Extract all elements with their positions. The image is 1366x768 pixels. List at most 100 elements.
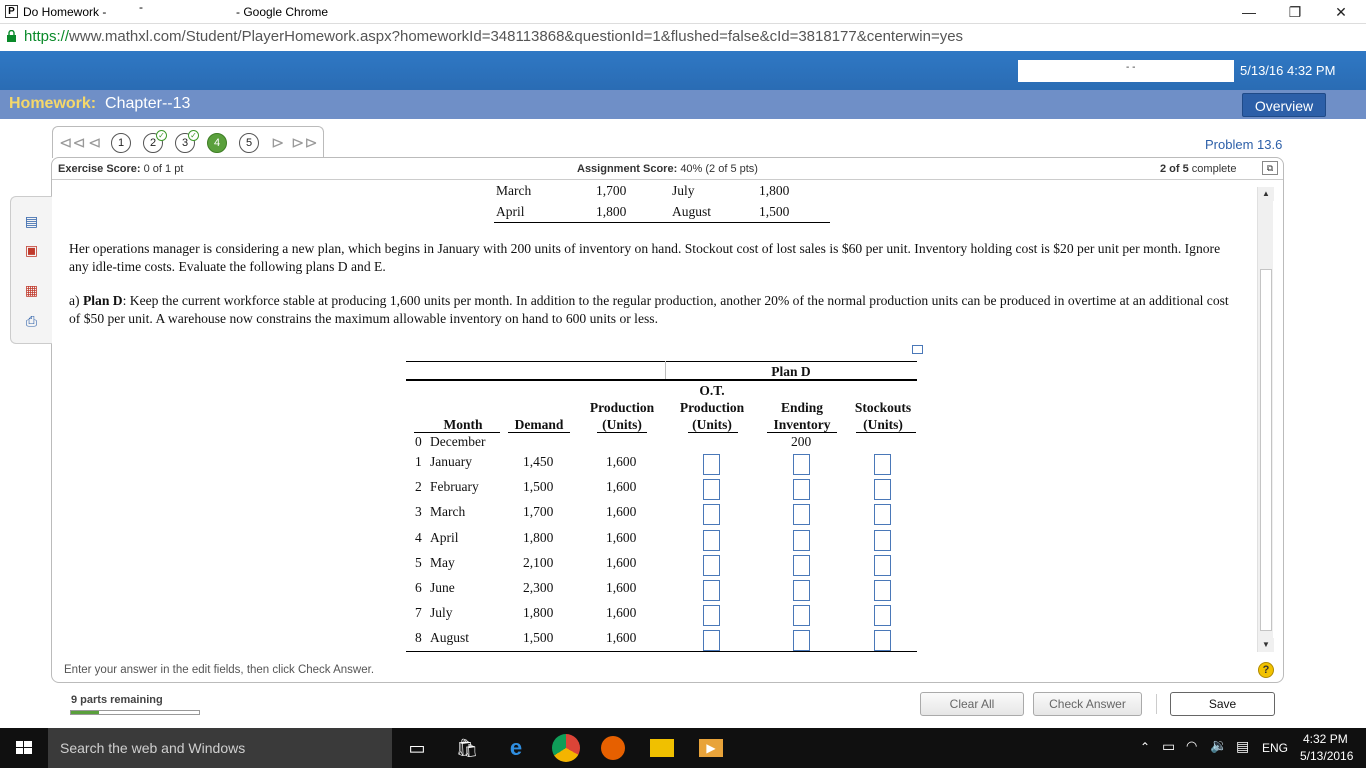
last-question-icon[interactable]: ⊳⊳ xyxy=(291,133,318,153)
media-player-icon[interactable]: ▶ xyxy=(699,739,723,757)
question-4-button[interactable]: 4 xyxy=(207,133,227,153)
clear-all-button[interactable]: Clear All xyxy=(920,692,1024,716)
address-bar[interactable]: https://www.mathxl.com/Student/PlayerHom… xyxy=(0,24,1366,51)
title-dash: - xyxy=(139,0,143,14)
ending-inventory-input[interactable] xyxy=(793,504,810,525)
volume-icon[interactable]: 🔉 xyxy=(1210,737,1227,754)
stockouts-input[interactable] xyxy=(874,580,891,601)
ot-production-input[interactable] xyxy=(703,454,720,475)
ot-production-input[interactable] xyxy=(703,605,720,626)
prev-question-icon[interactable]: ⊲ xyxy=(88,133,101,153)
ending-inventory-input[interactable] xyxy=(793,454,810,475)
row-production: 1,600 xyxy=(606,530,637,545)
ending-inventory-input[interactable] xyxy=(793,630,810,651)
header-month: Month xyxy=(443,417,483,432)
ot-production-input[interactable] xyxy=(703,504,720,525)
media-icon[interactable]: ▣ xyxy=(23,242,40,259)
row-production: 1,600 xyxy=(606,479,637,494)
chrome-icon[interactable] xyxy=(552,734,580,762)
button-divider xyxy=(1156,694,1157,714)
help-icon[interactable]: ? xyxy=(1258,662,1274,678)
top-table-cell: 1,800 xyxy=(596,204,627,219)
minimize-button[interactable]: — xyxy=(1234,2,1264,22)
ending-inventory-input[interactable] xyxy=(793,555,810,576)
first-question-icon[interactable]: ⊲⊲ xyxy=(59,133,86,153)
header-ot-production: O.T. Production (Units) xyxy=(679,383,745,432)
ot-production-input[interactable] xyxy=(703,580,720,601)
ending-inventory-input[interactable] xyxy=(793,530,810,551)
stockouts-input[interactable] xyxy=(874,530,891,551)
url-text[interactable]: https://www.mathxl.com/Student/PlayerHom… xyxy=(24,28,963,45)
scroll-up-icon[interactable]: ▲ xyxy=(1258,187,1274,201)
completion-status: 2 of 5 complete xyxy=(1160,163,1237,175)
scroll-down-icon[interactable]: ▼ xyxy=(1258,638,1274,652)
question-5-button[interactable]: 5 xyxy=(239,133,259,153)
row-number: 5 xyxy=(415,555,422,570)
redacted-user-area: - - xyxy=(1018,60,1234,82)
row-production: 1,600 xyxy=(606,555,637,570)
battery-icon[interactable]: ▭ xyxy=(1162,738,1175,755)
stockouts-input[interactable] xyxy=(874,504,891,525)
notifications-icon[interactable]: ▤ xyxy=(1236,738,1249,755)
firefox-icon[interactable] xyxy=(601,736,625,760)
row-month: August xyxy=(430,630,470,645)
row-number: 4 xyxy=(415,530,422,545)
task-view-icon[interactable]: ▭ xyxy=(405,736,429,760)
file-explorer-icon[interactable] xyxy=(650,739,674,757)
restore-button[interactable]: ❐ xyxy=(1280,2,1310,22)
ot-production-input[interactable] xyxy=(703,479,720,500)
check-answer-button[interactable]: Check Answer xyxy=(1033,692,1142,716)
scroll-thumb[interactable] xyxy=(1260,269,1272,631)
edge-icon[interactable]: e xyxy=(504,736,528,760)
progress-fill xyxy=(71,711,100,714)
row-number: 2 xyxy=(415,479,422,494)
question-2-button[interactable]: 2 ✓ xyxy=(143,130,167,153)
stockouts-input[interactable] xyxy=(874,454,891,475)
row-demand: 2,300 xyxy=(523,580,554,595)
row-number: 1 xyxy=(415,454,422,469)
stockouts-input[interactable] xyxy=(874,555,891,576)
overview-button[interactable]: Overview xyxy=(1242,93,1326,117)
row-month: July xyxy=(430,605,453,620)
clock-date[interactable]: 5/13/2016 xyxy=(1300,749,1353,763)
ot-production-input[interactable] xyxy=(703,555,720,576)
calculator-icon[interactable]: ▦ xyxy=(23,282,40,299)
table-rule xyxy=(414,432,500,433)
top-table-cell: 1,800 xyxy=(759,183,790,198)
ot-production-input[interactable] xyxy=(703,530,720,551)
ot-production-input[interactable] xyxy=(703,630,720,651)
save-button[interactable]: Save xyxy=(1170,692,1275,716)
textbook-icon[interactable]: ▤ xyxy=(23,213,40,230)
question-3-button[interactable]: 3 ✓ xyxy=(175,130,199,153)
header-production: Production (Units) xyxy=(589,400,655,432)
content-scrollbar[interactable]: ▲ ▼ xyxy=(1257,187,1274,652)
popout-icon[interactable]: ⧉ xyxy=(1262,161,1278,175)
store-icon[interactable]: 🛍 xyxy=(455,736,479,760)
language-indicator[interactable]: ENG xyxy=(1262,741,1288,755)
row-demand: 1,800 xyxy=(523,530,554,545)
close-button[interactable]: ✕ xyxy=(1326,2,1356,22)
windows-start-icon[interactable] xyxy=(0,728,48,768)
wifi-icon[interactable]: ◠ xyxy=(1186,738,1197,754)
ending-inventory-input[interactable] xyxy=(793,605,810,626)
next-question-icon[interactable]: ⊳ xyxy=(271,133,284,153)
question-1-button[interactable]: 1 xyxy=(111,133,131,153)
stockouts-input[interactable] xyxy=(874,630,891,651)
table-rule xyxy=(597,432,647,433)
row-number: 6 xyxy=(415,580,422,595)
print-icon[interactable]: ⎙ xyxy=(23,313,40,330)
lock-icon xyxy=(7,30,16,42)
site-header: - - 5/13/16 4:32 PM xyxy=(0,51,1366,90)
taskbar-search-input[interactable]: Search the web and Windows xyxy=(48,728,392,768)
tray-chevron-icon[interactable]: ⌃ xyxy=(1140,740,1150,754)
row-demand: 1,500 xyxy=(523,630,554,645)
table-copy-icon[interactable] xyxy=(912,345,923,354)
header-ending-inventory: Ending Inventory xyxy=(773,400,831,432)
ending-inventory-input[interactable] xyxy=(793,580,810,601)
tab-title: Do Homework - xyxy=(23,5,107,19)
stockouts-input[interactable] xyxy=(874,479,891,500)
stockouts-input[interactable] xyxy=(874,605,891,626)
clock-time[interactable]: 4:32 PM xyxy=(1303,732,1348,746)
ending-inventory-input[interactable] xyxy=(793,479,810,500)
part-a-text: a) Plan D: Keep the current workforce st… xyxy=(69,293,1229,326)
